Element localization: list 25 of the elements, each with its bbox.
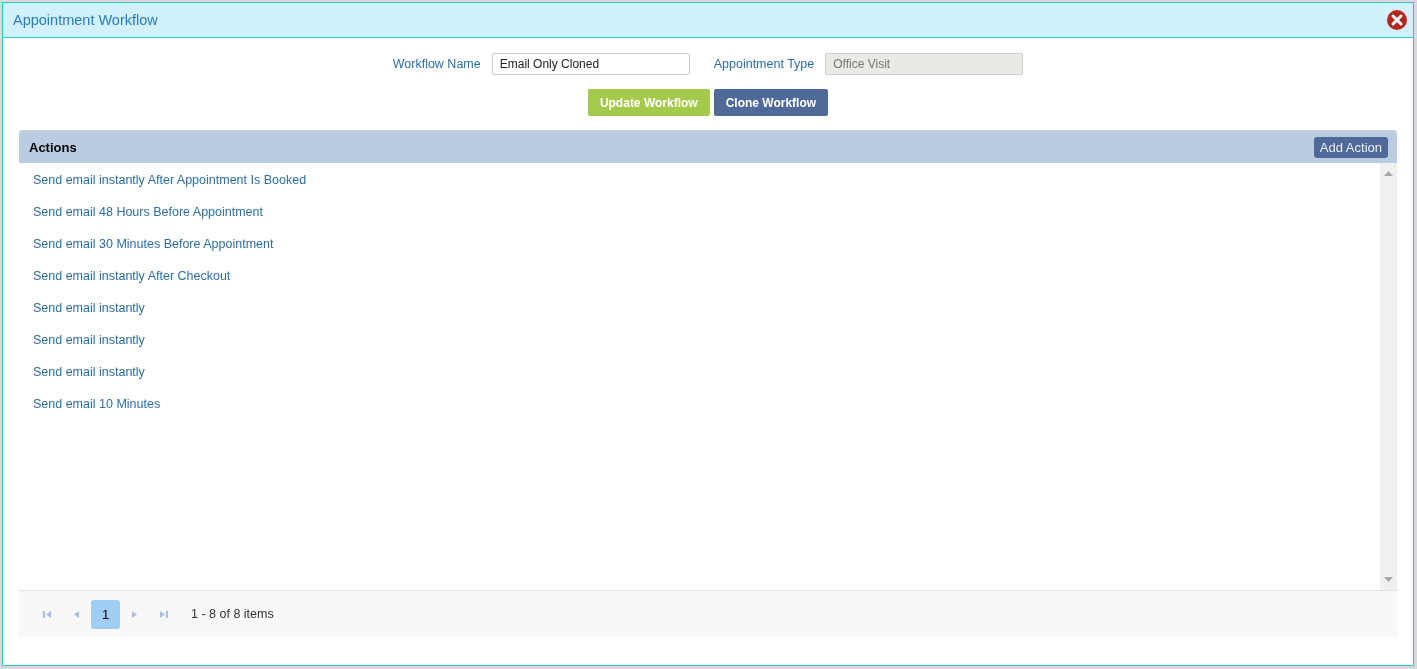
page-button[interactable]: 1 <box>91 599 120 629</box>
input-field[interactable]: Email Only Cloned <box>491 53 690 75</box>
action-link[interactable]: Send email instantly After Appointment Is Booked <box>33 167 307 199</box>
field-label: Appointment Type <box>713 57 815 71</box>
action-link[interactable]: Send email instantly <box>33 359 145 391</box>
last-page-icon[interactable] <box>159 609 168 619</box>
action-link[interactable]: Send email instantly <box>33 327 145 359</box>
action-link[interactable]: Send email 10 Minutes <box>33 391 161 423</box>
clone-button[interactable]: Clone Workflow <box>713 89 829 116</box>
action-link[interactable]: Send email 48 Hours Before Appointment <box>33 199 263 231</box>
scroll-up-icon <box>1384 171 1393 176</box>
field-label: Workflow Name <box>392 57 481 71</box>
scrollbar[interactable] <box>1380 163 1397 590</box>
section-title: Actions <box>29 139 77 155</box>
action-link[interactable]: Send email instantly <box>33 295 145 327</box>
pager-summary: 1 - 8 of 8 items <box>191 607 274 621</box>
action-link[interactable]: Send email instantly After Checkout <box>33 263 231 295</box>
window-title: Appointment Workflow <box>13 12 158 28</box>
add-action-button[interactable]: Add Action <box>1313 136 1388 158</box>
scroll-down-icon <box>1384 577 1393 582</box>
next-page-icon[interactable] <box>130 609 139 619</box>
previous-page-icon[interactable] <box>72 609 81 619</box>
first-page-icon[interactable] <box>43 609 52 619</box>
close-icon[interactable] <box>1387 10 1407 30</box>
action-link[interactable]: Send email 30 Minutes Before Appointment <box>33 231 274 263</box>
